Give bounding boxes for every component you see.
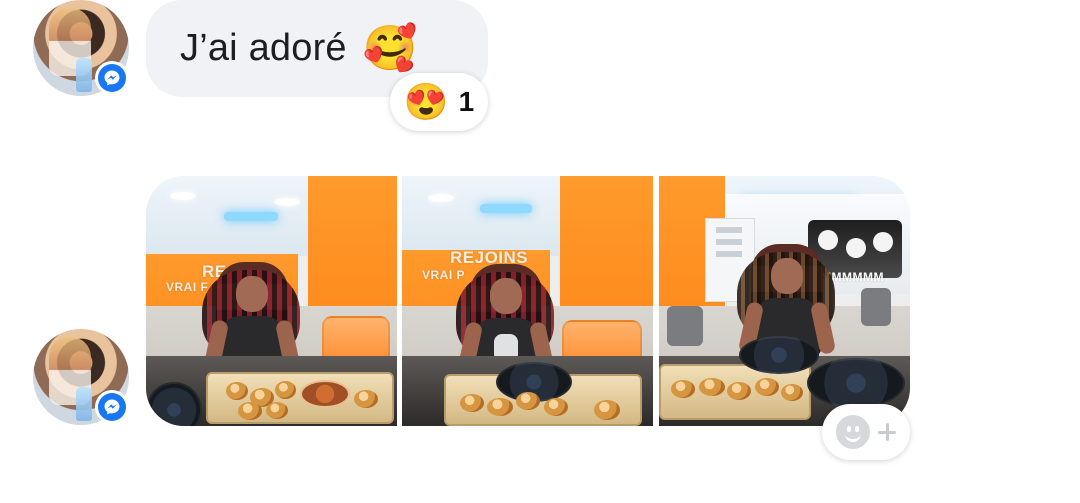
photo-thumbnail[interactable]: MMMMMM (659, 176, 910, 426)
woman-face (490, 278, 522, 314)
messenger-icon-wrap (98, 64, 126, 92)
fried-food (226, 382, 248, 400)
fried-food (516, 392, 540, 410)
smiley-mouth (845, 429, 861, 442)
messenger-badge (95, 61, 129, 95)
add-reaction-button[interactable] (822, 404, 910, 460)
fried-food (781, 384, 803, 401)
restaurant-scene: MMMMMM (659, 176, 910, 426)
dark-plate (739, 336, 819, 374)
plus-icon (878, 423, 896, 441)
heart-eyes-emoji: 😍 (403, 81, 449, 122)
messenger-icon (104, 399, 120, 415)
wall-sign-sub: VRAI F (166, 280, 209, 294)
grey-chair (861, 288, 891, 326)
woman-face (771, 258, 803, 294)
blue-light-strip (224, 212, 278, 221)
restaurant-scene: REJ VRAI F (146, 176, 397, 426)
woman-face (236, 276, 268, 312)
fried-food (238, 402, 262, 420)
messenger-badge (95, 390, 129, 424)
blue-light-strip (480, 204, 532, 213)
fried-food (727, 382, 751, 400)
fried-food (460, 394, 484, 412)
messenger-icon-wrap (98, 393, 126, 421)
add-reaction-icon (836, 415, 870, 449)
heart-smile-emoji: 🥰 (362, 23, 418, 73)
sauce-bowl (300, 380, 350, 408)
fried-food (487, 398, 513, 416)
ceiling-light (170, 192, 196, 200)
fried-food (699, 378, 725, 396)
reaction-pill[interactable]: 😍 1 (390, 73, 488, 131)
message-text: J’ai adoré (180, 27, 347, 69)
photo-thumbnail[interactable]: REJOINS VRAI P (402, 176, 653, 426)
avatar-water-bottle (76, 58, 92, 92)
fried-food (275, 381, 296, 399)
fried-food (671, 380, 695, 398)
dark-plate (807, 358, 905, 408)
fried-food (755, 378, 779, 396)
fried-food (594, 400, 620, 420)
fried-food (544, 398, 568, 416)
avatar-water-bottle (76, 387, 92, 421)
grey-chair (667, 306, 703, 346)
ceiling-light (428, 194, 454, 202)
chat-thread: J’ai adoré 🥰 😍 1 REJ VRAI F REJOINS VRAI… (0, 0, 1080, 503)
messenger-icon (104, 70, 120, 86)
ceiling-light (274, 198, 300, 206)
fried-food (266, 402, 288, 419)
fried-food (354, 390, 378, 408)
wall-sign-sub: VRAI P (422, 268, 466, 282)
reaction-count: 1 (458, 86, 475, 117)
restaurant-scene: REJOINS VRAI P (402, 176, 653, 426)
photo-thumbnail[interactable]: REJ VRAI F (146, 176, 397, 426)
